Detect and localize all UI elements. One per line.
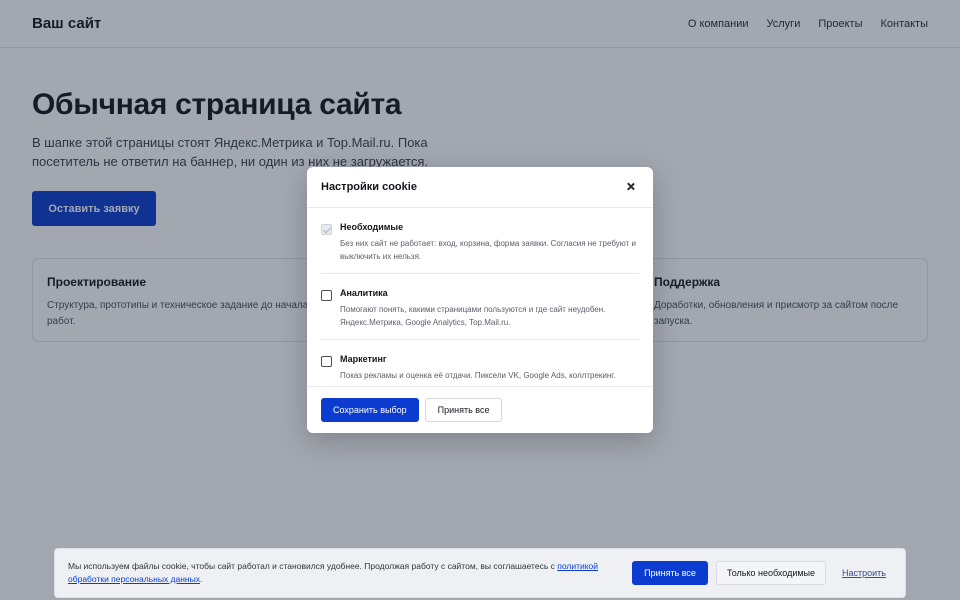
option-desc: Показ рекламы и оценка её отдачи. Пиксел… bbox=[340, 371, 616, 380]
banner-message-end: . bbox=[199, 574, 203, 584]
option-title: Необходимые bbox=[340, 222, 404, 232]
modal-footer: Сохранить выбор Принять все bbox=[307, 386, 653, 433]
banner-only-necessary-button[interactable]: Только необходимые bbox=[715, 561, 827, 585]
close-icon[interactable] bbox=[623, 179, 639, 195]
banner-settings-link[interactable]: Настроить bbox=[842, 568, 886, 578]
option-title[interactable]: Маркетинг bbox=[340, 354, 615, 364]
marketing-checkbox[interactable] bbox=[321, 356, 332, 367]
banner-actions: Принять все Только необходимые Настроить bbox=[632, 561, 892, 585]
analytics-checkbox[interactable] bbox=[321, 290, 332, 301]
banner-message: Мы используем файлы cookie, чтобы сайт р… bbox=[68, 561, 558, 571]
cookie-option-necessary: Необходимые Без них сайт не работает: вх… bbox=[321, 208, 639, 274]
option-title[interactable]: Аналитика bbox=[340, 288, 639, 298]
option-desc: Без них сайт не работает: вход, корзина,… bbox=[340, 239, 636, 261]
accept-all-button[interactable]: Принять все bbox=[424, 398, 503, 422]
cookie-option-marketing: Маркетинг Показ рекламы и оценка её отда… bbox=[321, 340, 639, 392]
banner-text: Мы используем файлы cookie, чтобы сайт р… bbox=[68, 560, 628, 586]
necessary-checkbox bbox=[321, 224, 332, 235]
cookie-settings-modal: Настройки cookie Необходимые Без них сай… bbox=[307, 167, 653, 433]
modal-title: Настройки cookie bbox=[321, 181, 417, 193]
modal-body: Необходимые Без них сайт не работает: вх… bbox=[307, 208, 653, 392]
save-choice-button[interactable]: Сохранить выбор bbox=[321, 398, 419, 422]
banner-accept-all-button[interactable]: Принять все bbox=[632, 561, 708, 585]
option-desc: Помогают понять, какими страницами польз… bbox=[340, 305, 606, 327]
modal-header: Настройки cookie bbox=[307, 167, 653, 208]
cookie-banner: Мы используем файлы cookie, чтобы сайт р… bbox=[54, 548, 906, 598]
cookie-option-analytics: Аналитика Помогают понять, какими страни… bbox=[321, 274, 639, 340]
